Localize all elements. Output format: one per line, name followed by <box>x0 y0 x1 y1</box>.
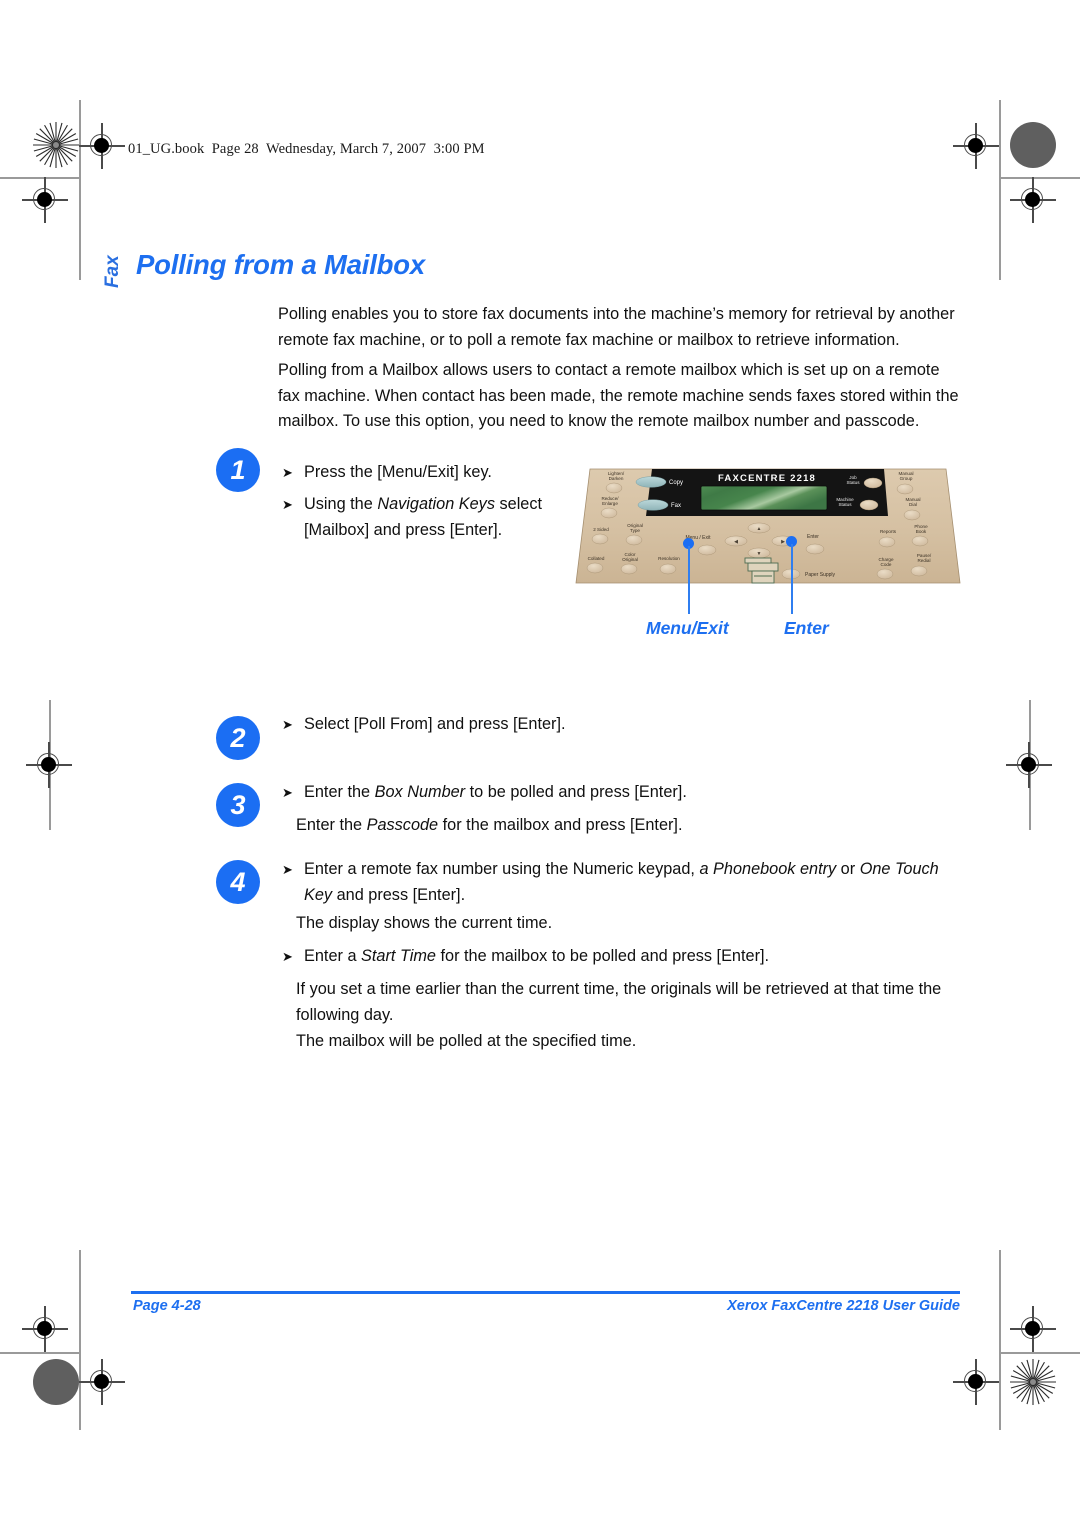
chapter-tab-fax: Fax <box>96 250 136 290</box>
file-slug-line: 01_UG.book Page 28 Wednesday, March 7, 2… <box>128 141 485 157</box>
step-1-line-2-text: Using the Navigation Keys select [Mailbo… <box>304 495 543 539</box>
svg-text:Darken: Darken <box>609 476 624 481</box>
step-4-line-1: ➤ Enter a remote fax number using the Nu… <box>282 857 962 908</box>
svg-text:Paper Supply: Paper Supply <box>805 572 836 578</box>
registration-mark-top-right-outer <box>1010 177 1056 223</box>
page-title: Polling from a Mailbox <box>136 249 425 280</box>
registration-mark-top-right <box>953 123 999 169</box>
trim-line-bottom-right <box>1000 1352 1080 1354</box>
svg-text:Reports: Reports <box>880 529 897 534</box>
bullet-arrow-icon: ➤ <box>282 465 293 480</box>
step-4-line-2-text: The display shows the current time. <box>296 914 553 932</box>
step-3-line-2: Enter the Passcode for the mailbox and p… <box>296 813 856 839</box>
svg-text:Resolution: Resolution <box>658 556 680 561</box>
registration-mark-bottom-right <box>1010 1306 1056 1352</box>
step-3-line-1-text: Enter the Box Number to be polled and pr… <box>304 783 687 801</box>
registration-mark-bottom-left-outer <box>79 1359 125 1405</box>
svg-text:Copy: Copy <box>669 480 683 486</box>
svg-text:Status: Status <box>846 480 860 485</box>
step-3-line-1: ➤ Enter the Box Number to be polled and … <box>282 780 842 806</box>
bullet-arrow-icon: ➤ <box>282 862 293 877</box>
intro-paragraph-1: Polling enables you to store fax documen… <box>278 305 955 349</box>
callout-label-enter: Enter <box>784 618 829 638</box>
svg-text:Collated: Collated <box>588 556 605 561</box>
svg-text:Group: Group <box>900 476 913 481</box>
svg-text:▲: ▲ <box>757 526 762 532</box>
registration-mark-top-left-outer <box>22 177 68 223</box>
bullet-arrow-icon: ➤ <box>282 717 293 732</box>
svg-text:◀: ◀ <box>734 539 738 545</box>
bullet-arrow-icon: ➤ <box>282 785 293 800</box>
step-badge-3: 3 <box>216 783 260 827</box>
svg-text:Type: Type <box>630 528 640 533</box>
svg-text:FAXCENTRE 2218: FAXCENTRE 2218 <box>718 473 816 484</box>
registration-mark-mid-right <box>1006 742 1052 788</box>
registration-mark-top-left <box>79 123 125 169</box>
starburst-target-top-left <box>33 122 79 168</box>
note-paragraph-2: The mailbox will be polled at the specif… <box>296 1032 637 1050</box>
step-badge-4: 4 <box>216 860 260 904</box>
trim-line-right-bottom <box>999 1250 1001 1430</box>
trim-line-right <box>999 100 1001 280</box>
step-badge-2: 2 <box>216 716 260 760</box>
control-panel-illustration: FAXCENTRE 2218 Copy Fax Lighten/Darken R… <box>568 455 968 605</box>
step-3-line-2-text: Enter the Passcode for the mailbox and p… <box>296 816 683 834</box>
footer-divider <box>131 1291 960 1294</box>
bullet-arrow-icon: ➤ <box>282 949 293 964</box>
step-1-line-2: ➤ Using the Navigation Keys select [Mail… <box>282 492 562 543</box>
svg-text:Enlarge: Enlarge <box>602 501 618 506</box>
svg-text:Code: Code <box>881 562 892 567</box>
step-badge-1: 1 <box>216 448 260 492</box>
bullet-arrow-icon: ➤ <box>282 497 293 512</box>
callout-label-menu-exit: Menu/Exit <box>646 618 729 638</box>
density-target-top-right <box>1010 122 1056 168</box>
step-1-line-1: ➤ Press the [Menu/Exit] key. <box>282 460 572 486</box>
note-paragraph-1: If you set a time earlier than the curre… <box>296 980 942 1024</box>
footer-guide-title: Xerox FaxCentre 2218 User Guide <box>727 1298 960 1314</box>
svg-text:Enter: Enter <box>807 534 819 540</box>
step-2-line-1-text: Select [Poll From] and press [Enter]. <box>304 715 566 733</box>
callout-line-menu-exit <box>688 546 690 614</box>
callout-line-enter <box>791 544 793 614</box>
trim-line-bottom-left <box>0 1352 80 1354</box>
chapter-tab-label: Fax <box>102 255 123 288</box>
svg-text:▶: ▶ <box>781 539 785 545</box>
registration-mark-bottom-left <box>22 1306 68 1352</box>
svg-text:▼: ▼ <box>757 551 762 557</box>
step-1-line-1-text: Press the [Menu/Exit] key. <box>304 463 492 481</box>
svg-text:Status: Status <box>838 502 852 507</box>
svg-text:Redial: Redial <box>917 558 930 563</box>
svg-text:Original: Original <box>622 557 638 562</box>
registration-mark-mid-left <box>26 742 72 788</box>
step-4-line-1-text: Enter a remote fax number using the Nume… <box>304 860 939 904</box>
svg-text:Fax: Fax <box>671 503 681 509</box>
intro-paragraph-2: Polling from a Mailbox allows users to c… <box>278 361 959 430</box>
step-4-line-2: The display shows the current time. <box>296 911 896 937</box>
registration-mark-bottom-right-outer <box>953 1359 999 1405</box>
step-4-line-3-text: Enter a Start Time for the mailbox to be… <box>304 947 770 965</box>
density-target-bottom-left <box>33 1359 79 1405</box>
svg-text:Book: Book <box>916 529 927 534</box>
step-4-line-3: ➤ Enter a Start Time for the mailbox to … <box>282 944 932 970</box>
step-2-line-1: ➤ Select [Poll From] and press [Enter]. <box>282 712 782 738</box>
svg-text:Dial: Dial <box>909 502 917 507</box>
footer-page-number: Page 4-28 <box>133 1298 201 1314</box>
starburst-target-bottom-right <box>1010 1359 1056 1405</box>
svg-text:2 Sided: 2 Sided <box>593 527 609 532</box>
